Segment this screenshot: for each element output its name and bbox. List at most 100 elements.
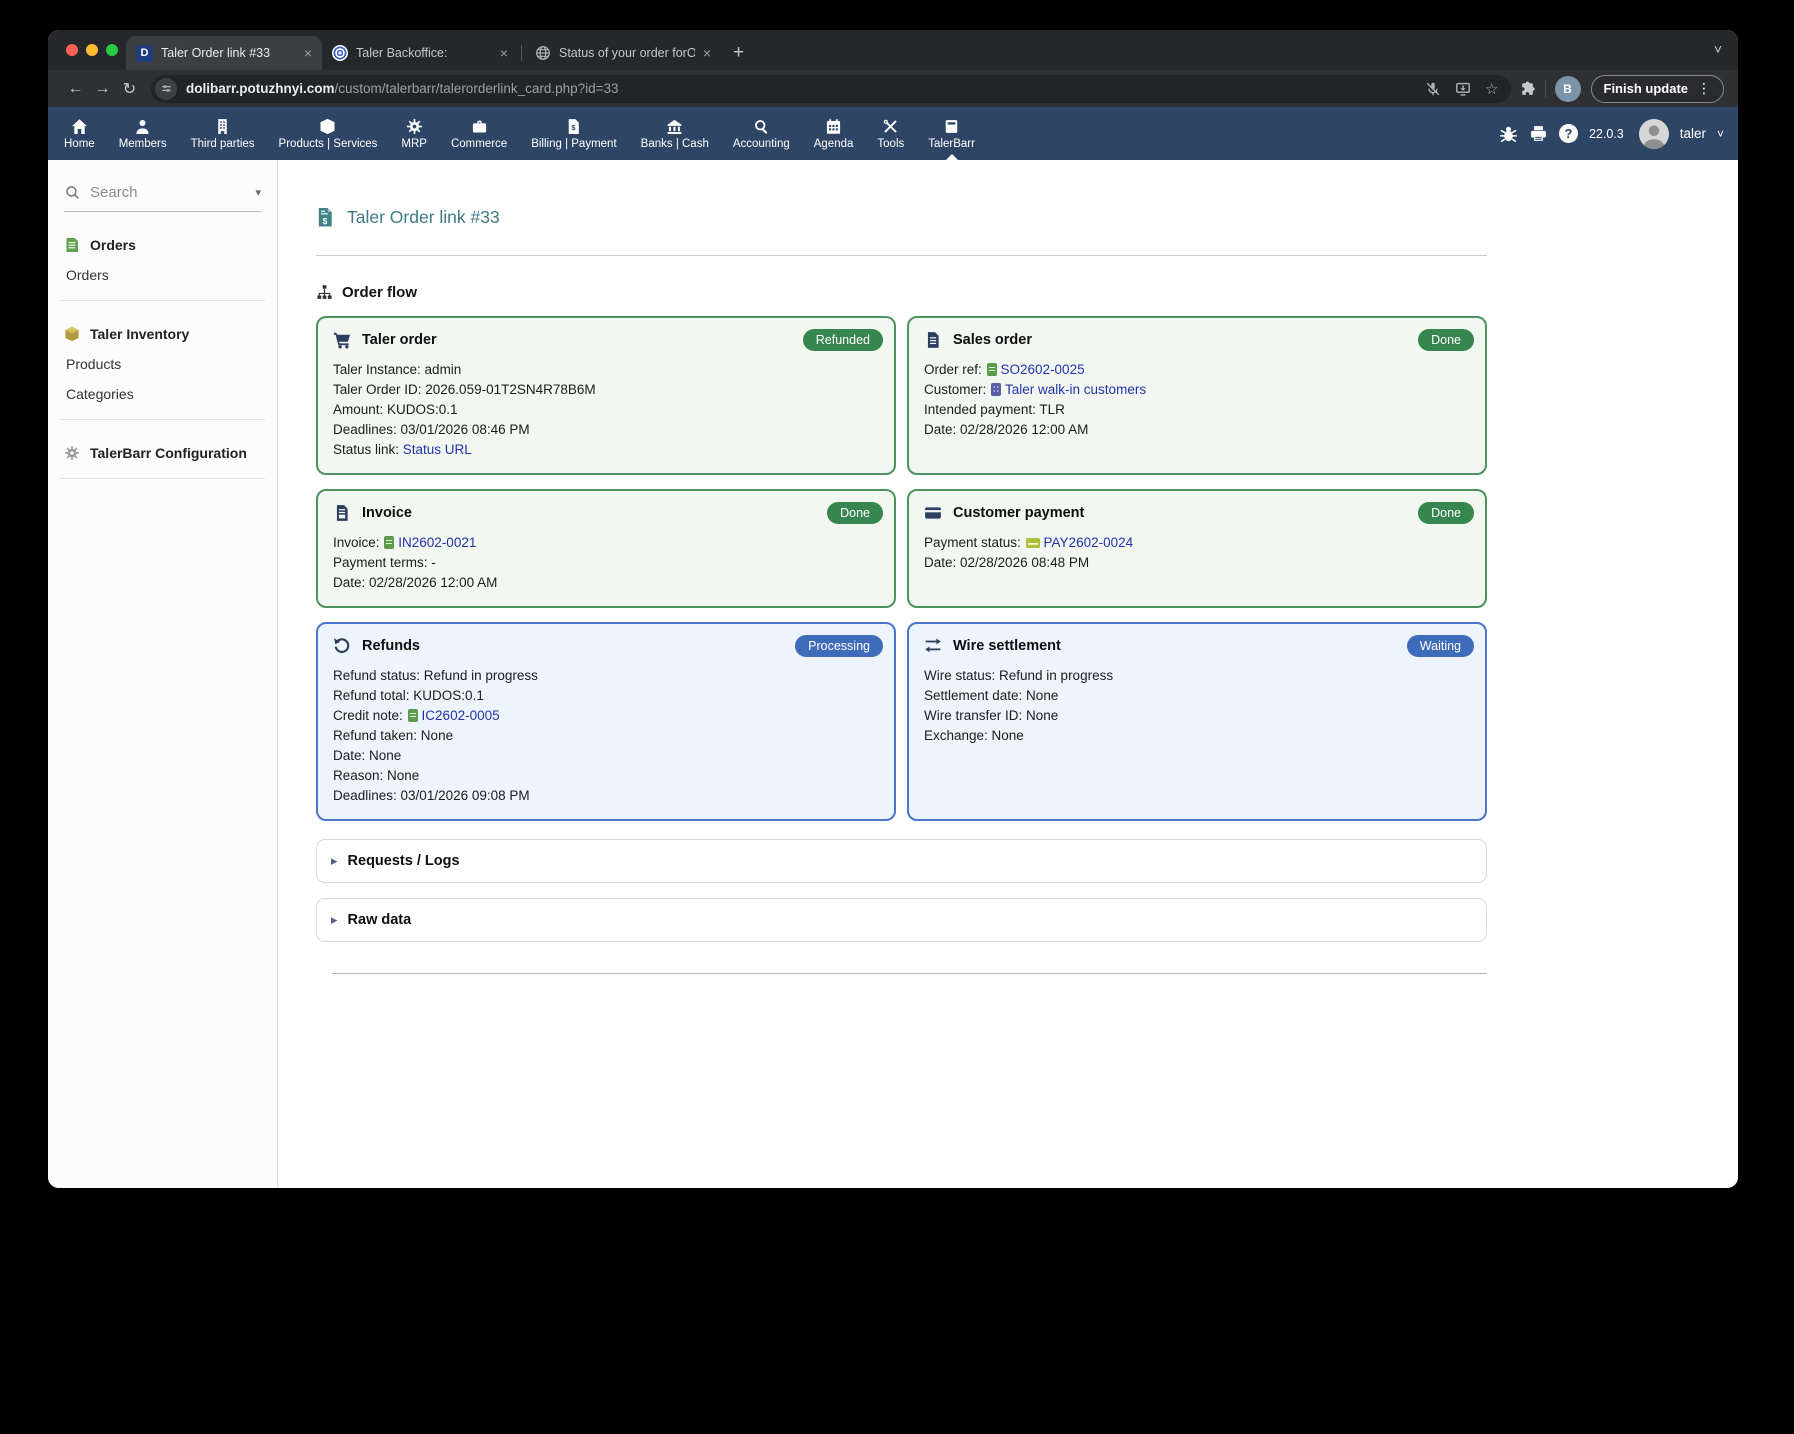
close-window-button[interactable] [66,44,78,56]
navbar-right: ? 22.0.3 taler ˅ [1499,119,1724,149]
billing-icon: $ [565,118,582,135]
order-flow-header: Order flow [316,284,1487,301]
link-so2602-0025[interactable]: SO2602-0025 [1001,362,1085,377]
close-tab-icon[interactable]: × [703,46,711,60]
url-text[interactable]: dolibarr.potuzhnyi.com/custom/talerbarr/… [186,81,1416,96]
menu-tools[interactable]: Tools [865,107,916,160]
finish-update-button[interactable]: Finish update ⋮ [1591,75,1725,103]
zoom-window-button[interactable] [106,44,118,56]
menu-talerbarr[interactable]: TalerBarr [916,107,987,160]
line-text: Customer: [924,382,990,397]
menu-accounting[interactable]: Accounting [721,107,802,160]
menu-billing-payment[interactable]: $Billing | Payment [519,107,628,160]
doc-icon [924,331,942,349]
link-status-url[interactable]: Status URL [403,442,472,457]
link-pay2602-0024[interactable]: PAY2602-0024 [1044,535,1134,550]
user-avatar[interactable] [1639,119,1669,149]
sidebar-item-orders[interactable]: Orders [66,267,261,283]
card-line: Order ref: SO2602-0025 [924,360,1470,380]
line-text: Amount: KUDOS:0.1 [333,402,458,417]
card-line: Deadlines: 03/01/2026 09:08 PM [333,786,879,806]
menu-agenda[interactable]: Agenda [802,107,866,160]
print-icon[interactable] [1529,124,1548,143]
new-tab-button[interactable]: + [733,43,744,62]
tab-title: Taler Order link #33 [161,46,296,60]
bookmark-star-icon[interactable]: ☆ [1485,80,1498,98]
site-info-icon[interactable] [155,78,177,100]
card-icon [924,504,942,522]
card-sales-order: Sales orderDoneOrder ref: SO2602-0025Cus… [907,316,1487,475]
menu-home[interactable]: Home [52,107,107,160]
menu-label: TalerBarr [928,138,975,150]
card-yellow-icon [1026,538,1040,548]
extensions-puzzle-icon[interactable] [1519,80,1536,97]
profile-avatar[interactable]: B [1555,76,1581,102]
sidebar-divider [60,419,265,420]
tools-icon [882,118,899,135]
card-line: Deadlines: 03/01/2026 08:46 PM [333,420,879,440]
line-text: Refund taken: None [333,728,453,743]
menu-label: Agenda [814,138,854,150]
close-tab-icon[interactable]: × [500,46,508,60]
tab-order-status[interactable]: Status of your order forOrder × [525,36,721,70]
sidebar-section-talerbarr-configuration[interactable]: TalerBarr Configuration [64,445,261,461]
reload-button[interactable]: ↻ [116,79,143,99]
line-text: Date: 02/28/2026 12:00 AM [333,575,497,590]
install-icon[interactable] [1455,81,1471,97]
sidebar-search[interactable]: Search ▾ [64,184,261,212]
forward-button[interactable]: → [89,80,116,98]
link-ic2602-0005[interactable]: IC2602-0005 [422,708,500,723]
sidebar-section-taler-inventory[interactable]: Taler Inventory [64,326,261,342]
line-text: Intended payment: TLR [924,402,1065,417]
status-badge: Processing [795,635,883,657]
raw-data-collapsible[interactable]: ▸ Raw data [316,898,1487,942]
order-flow-grid: Taler order Refunded Taler Instance: admin… [316,316,1487,821]
agenda-icon [825,118,842,135]
tab-search-chevron-icon[interactable]: ˅ [1714,41,1722,57]
tab-taler-order-link[interactable]: D Taler Order link #33 × [126,36,322,70]
back-button[interactable]: ← [62,80,89,98]
close-tab-icon[interactable]: × [304,46,312,60]
card-line: Payment terms: - [333,553,879,573]
svg-text:$: $ [323,216,328,226]
card-line: Credit note: IC2602-0005 [333,706,879,726]
sidebar-item-products[interactable]: Products [66,356,261,372]
minimize-window-button[interactable] [86,44,98,56]
debug-bug-icon[interactable] [1499,124,1518,143]
card-title: Wire settlement [953,638,1061,654]
line-text: Date: 02/28/2026 12:00 AM [924,422,1088,437]
requests-logs-collapsible[interactable]: ▸ Requests / Logs [316,839,1487,883]
card-customer-payment: Customer paymentDonePayment status: PAY2… [907,489,1487,608]
menu-third-parties[interactable]: Third parties [179,107,267,160]
browser-menu-icon[interactable]: ⋮ [1697,80,1711,97]
sidebar-section-title: Taler Inventory [90,326,189,342]
sidebar-section-orders[interactable]: Orders [64,237,261,253]
link-in2602-0021[interactable]: IN2602-0021 [398,535,476,550]
search-caret-icon[interactable]: ▾ [255,186,261,199]
link-taler-walk-in-customers[interactable]: Taler walk-in customers [1005,382,1146,397]
sidebar-item-categories[interactable]: Categories [66,386,261,402]
status-badge: Done [1418,502,1474,524]
thirdparties-icon [214,118,231,135]
menu-commerce[interactable]: Commerce [439,107,519,160]
menu-products-services[interactable]: Products | Services [267,107,390,160]
menu-label: Home [64,138,95,150]
status-badge: Refunded [803,329,883,351]
url-path: /custom/talerbarr/talerorderlink_card.ph… [335,81,619,96]
line-text: Taler Instance: admin [333,362,461,377]
mic-off-icon[interactable] [1425,81,1441,97]
help-icon[interactable]: ? [1559,124,1578,143]
menu-mrp[interactable]: MRP [389,107,439,160]
address-bar[interactable]: dolibarr.potuzhnyi.com/custom/talerbarr/… [151,75,1511,103]
user-menu-chevron-icon[interactable]: ˅ [1717,127,1724,141]
accounting-icon [753,118,770,135]
card-title: Taler order [362,332,437,348]
menu-banks-cash[interactable]: Banks | Cash [629,107,721,160]
dolibarr-navbar: Home MembersThird partiesProducts | Servi… [48,107,1738,160]
menu-members[interactable]: Members [107,107,179,160]
card-line: Settlement date: None [924,686,1470,706]
line-text: Deadlines: 03/01/2026 08:46 PM [333,422,530,437]
browser-window: D Taler Order link #33 × Taler Backoffic… [48,30,1738,1188]
orders-icon [64,237,80,253]
tab-taler-backoffice[interactable]: Taler Backoffice: × [322,36,518,70]
